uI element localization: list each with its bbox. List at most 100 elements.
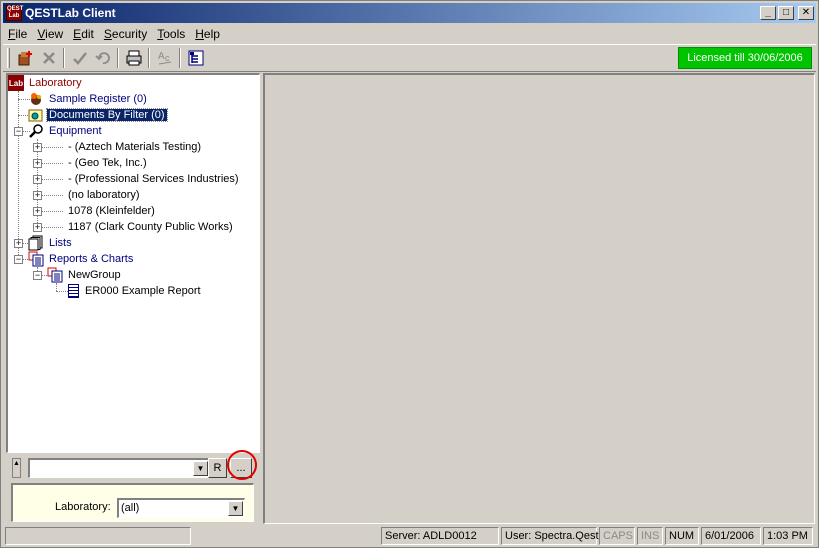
toolbar-separator [63,48,65,68]
expand-toggle[interactable]: + [33,159,42,168]
expand-toggle[interactable]: + [33,191,42,200]
delete-icon[interactable] [37,47,60,69]
app-window: QEST Lab QESTLab Client _ □ ✕ File View … [0,0,819,548]
tree-label: - (Geo Tek, Inc.) [68,157,147,169]
status-message [5,527,191,545]
license-status-badge: Licensed till 30/06/2006 [678,47,812,69]
check-icon[interactable] [68,47,91,69]
tree-item-documents-by-filter[interactable]: Documents By Filter (0) [28,107,168,123]
tree-connector [41,179,63,180]
tree-label: 1187 (Clark County Public Works) [68,221,233,233]
menu-edit-mnemonic: E [73,26,82,41]
menu-edit-label: dit [81,26,94,41]
toolbar-separator [117,48,119,68]
collapse-toggle[interactable]: − [14,127,23,136]
spell-check-icon[interactable]: Ac [153,47,176,69]
tree-item-lists[interactable]: Lists [28,235,74,251]
tree-label: (no laboratory) [68,189,140,201]
expand-toggle[interactable]: + [33,207,42,216]
expand-toggle[interactable]: + [33,143,42,152]
browse-button[interactable]: ... [230,458,252,478]
report-group-icon [47,267,63,283]
tree-label: ER000 Example Report [85,285,201,297]
menu-view[interactable]: View [32,27,68,41]
menu-edit[interactable]: Edit [68,27,99,41]
tree-item-equipment[interactable]: Equipment [28,123,104,139]
status-ins: INS [637,527,663,545]
report-document-icon [68,284,79,298]
tree-connector [41,211,63,212]
tree-view-icon[interactable] [184,47,207,69]
toolbar-separator [148,48,150,68]
tree-item-equipment-lab[interactable]: 1078 (Kleinfelder) [66,203,157,219]
menu-security[interactable]: Security [99,27,152,41]
tree-item-equipment-lab[interactable]: - (Professional Services Industries) [66,171,241,187]
tree-connector [41,147,63,148]
status-server: Server: ADLD0012 [381,527,499,545]
menu-security-mnemonic: S [103,26,112,41]
svg-text:A: A [158,51,165,62]
tree-item-equipment-lab[interactable]: - (Geo Tek, Inc.) [66,155,149,171]
tree-connector [41,163,63,164]
filter-combo[interactable]: ▼ [28,458,210,478]
tree-item-example-report[interactable]: ER000 Example Report [66,283,203,299]
equipment-icon [28,123,44,139]
chevron-down-icon[interactable]: ▼ [193,461,208,476]
print-icon[interactable] [122,47,145,69]
chevron-down-icon[interactable]: ▼ [228,501,243,516]
menu-tools-label: ools [163,26,186,41]
tree-label: - (Professional Services Industries) [68,173,239,185]
tree-label: Documents By Filter (0) [46,108,168,122]
new-record-icon[interactable] [14,47,37,69]
collapse-toggle[interactable]: − [33,271,42,280]
status-user: User: Spectra.Qest [501,527,599,545]
close-button[interactable]: ✕ [798,6,814,20]
tree-item-equipment-lab[interactable]: 1187 (Clark County Public Works) [66,219,235,235]
menu-help[interactable]: Help [190,27,225,41]
expand-toggle[interactable]: + [14,239,23,248]
menu-file[interactable]: File [3,27,32,41]
status-time: 1:03 PM [763,527,813,545]
navigation-tree[interactable]: Lab Laboratory Sample Register (0) Docum… [6,73,260,453]
status-num: NUM [665,527,699,545]
qestlab-app-icon[interactable]: QEST Lab [6,5,23,21]
documents-filter-icon [28,107,44,123]
filter-toolbar: ▲ ▼ R ... [6,456,260,480]
tree-item-newgroup[interactable]: NewGroup [47,267,123,283]
minimize-button[interactable]: _ [760,6,776,20]
filter-panel: Laboratory: (all) ▼ [11,483,254,522]
title-bar[interactable]: QEST Lab QESTLab Client _ □ ✕ [3,3,816,23]
toolbar: Ac Licensed till 30/06/2006 [3,44,816,72]
maximize-button[interactable]: □ [778,6,794,20]
expand-toggle[interactable]: + [33,223,42,232]
laboratory-filter-select[interactable]: (all) ▼ [117,498,245,518]
menu-help-label: elp [203,26,220,41]
tree-item-sample-register[interactable]: Sample Register (0) [28,91,149,107]
reports-icon [28,251,44,267]
toolbar-grip[interactable] [7,48,10,68]
menu-tools[interactable]: Tools [152,27,190,41]
tree-label: 1078 (Kleinfelder) [68,205,155,217]
tree-root-laboratory[interactable]: Lab Laboratory [8,75,84,91]
expand-toggle[interactable]: + [33,175,42,184]
r-button[interactable]: R [208,458,227,478]
tree-label: - (Aztech Materials Testing) [68,141,202,153]
spinner-up-icon[interactable]: ▲ [12,458,21,478]
undo-icon[interactable] [91,47,114,69]
menu-view-label: iew [45,26,64,41]
tree-item-equipment-lab[interactable]: - (Aztech Materials Testing) [66,139,203,155]
tree-item-equipment-lab[interactable]: (no laboratory) [66,187,142,203]
menu-view-mnemonic: V [37,26,46,41]
laboratory-icon: Lab [8,75,24,91]
tree-label: Laboratory [29,77,82,89]
main-content-area[interactable] [263,73,815,524]
toolbar-separator [179,48,181,68]
tree-label: Equipment [49,125,102,137]
tree-item-reports-charts[interactable]: Reports & Charts [28,251,135,267]
sample-register-icon [28,91,44,107]
tree-connector [41,227,63,228]
svg-text:c: c [165,53,170,63]
collapse-toggle[interactable]: − [14,255,23,264]
tree-label: Lists [49,237,72,249]
status-caps: CAPS [599,527,635,545]
